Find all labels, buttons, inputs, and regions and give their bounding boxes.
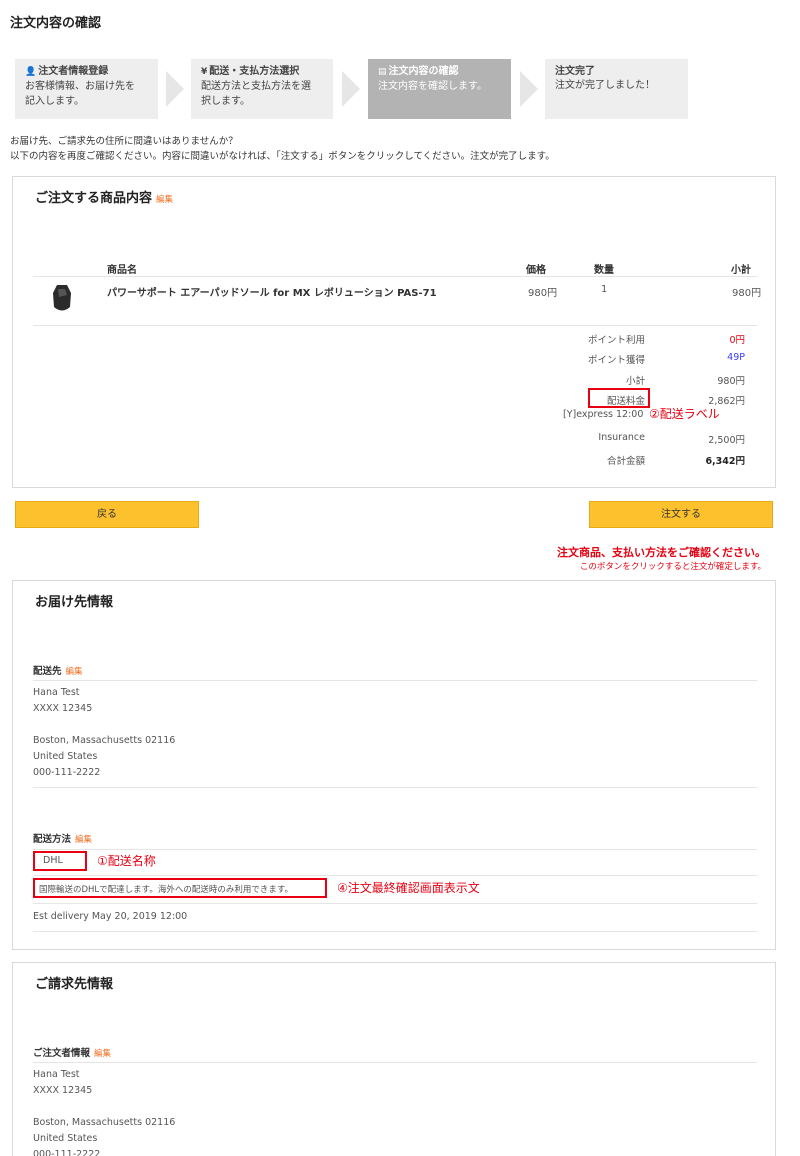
annotation-shipping-label: ②配送ラベル: [649, 407, 720, 421]
summary-insurance: Insurance 2,500円: [598, 432, 745, 446]
order-items-panel: ご注文する商品内容 編集 商品名 価格 数量 小計 パワーサポート エアーパッドソ…: [12, 176, 776, 488]
shipping-method-description: 国際輸送のDHLで配達します。海外への配送時のみ利用できます。: [39, 885, 293, 895]
divider: [33, 931, 757, 932]
edit-link[interactable]: 編集: [156, 195, 173, 205]
divider: [33, 1062, 757, 1063]
step-arrow-icon: [520, 71, 538, 107]
estimated-delivery: Est delivery May 20, 2019 12:00: [33, 911, 188, 922]
user-icon: 👤: [25, 67, 37, 77]
step-title: 注文内容の確認: [388, 66, 459, 77]
billing-label: ご注文者情報 編集: [33, 1048, 112, 1059]
divider: [33, 787, 757, 788]
checkout-steps: 👤 注文者情報登録 お客様情報、お届け先を 記入します。 ¥ 配送・支払方法選択 配…: [15, 59, 785, 119]
summary-points-earned: ポイント獲得 49P: [587, 352, 745, 366]
divider: [33, 680, 757, 681]
step-desc: 注文内容を確認します。: [378, 81, 487, 92]
delivery-title: お届け先情報: [35, 595, 114, 610]
step-arrow-icon: [342, 71, 360, 107]
col-header-subtotal: 小計: [731, 265, 751, 276]
billing-info-panel: ご請求先情報 ご注文者情報 編集 Hana Test XXXX 12345 Bos…: [12, 962, 776, 1156]
document-icon: ▤: [378, 67, 387, 77]
edit-link[interactable]: 編集: [75, 835, 92, 845]
summary-points-used: ポイント利用 0円: [587, 335, 745, 346]
divider: [33, 325, 757, 326]
divider: [33, 903, 757, 904]
annotation-final-confirm-text: ④注文最終確認画面表示文: [337, 881, 480, 895]
product-name[interactable]: パワーサポート エアーパッドソール for MX レボリューション PAS-71: [107, 284, 437, 299]
step-title: 注文者情報登録: [38, 66, 109, 77]
delivery-address: Hana Test XXXX 12345 Boston, Massachuset…: [33, 687, 176, 778]
edit-link[interactable]: 編集: [94, 1049, 111, 1059]
step-desc: 配送方法と支払方法を選: [201, 81, 311, 92]
order-notice: 注文商品、支払い方法をご確認ください。 このボタンをクリックすると注文が確定しま…: [557, 546, 766, 572]
col-header-price: 価格: [526, 265, 546, 276]
back-button[interactable]: 戻る: [15, 501, 199, 528]
product-subtotal: 980円: [732, 288, 762, 299]
summary-subtotal: 小計 980円: [625, 376, 745, 387]
step-complete: 注文完了 注文が完了しました！: [545, 59, 688, 119]
step-confirm: ▤ 注文内容の確認 注文内容を確認します。: [368, 59, 511, 119]
delivery-info-panel: お届け先情報 配送先 編集 Hana Test XXXX 12345 Boston…: [12, 580, 776, 950]
divider: [33, 849, 757, 850]
step-title: 注文完了: [555, 66, 595, 77]
step-shipping-payment: ¥ 配送・支払方法選択 配送方法と支払方法を選 択します。: [191, 59, 333, 119]
product-qty: 1: [601, 284, 608, 295]
annotation-box: [588, 388, 650, 408]
step-desc: 択します。: [201, 96, 250, 107]
annotation-shipping-name: ①配送名称: [97, 854, 156, 868]
divider: [33, 276, 757, 277]
yen-icon: ¥: [201, 67, 208, 77]
shipping-method-label: 配送方法 編集: [33, 834, 93, 845]
step-customer-info: 👤 注文者情報登録 お客様情報、お届け先を 記入します。: [15, 59, 158, 119]
step-arrow-icon: [166, 71, 184, 107]
step-title: 配送・支払方法選択: [209, 66, 300, 77]
summary-total: 合計金額 6,342円: [606, 456, 745, 467]
page-title: 注文内容の確認: [10, 16, 102, 31]
intro-text: お届け先、ご請求先の住所に間違いはありませんか？ 以下の内容を再度ご確認ください…: [10, 136, 555, 162]
col-header-name: 商品名: [107, 265, 137, 276]
shipping-method-name: DHL: [43, 855, 63, 866]
step-desc: 注文が完了しました！: [555, 80, 655, 91]
edit-link[interactable]: 編集: [66, 667, 83, 677]
step-desc: お客様情報、お届け先を: [25, 81, 135, 92]
billing-title: ご請求先情報: [35, 977, 114, 992]
place-order-button[interactable]: 注文する: [589, 501, 773, 528]
divider: [33, 875, 757, 876]
product-image[interactable]: [51, 283, 73, 315]
col-header-qty: 数量: [594, 265, 614, 276]
delivery-address-label: 配送先 編集: [33, 666, 83, 677]
billing-address: Hana Test XXXX 12345 Boston, Massachuset…: [33, 1069, 176, 1156]
step-desc: 記入します。: [25, 96, 84, 107]
shipping-method-text: [Y]express 12:00: [563, 409, 644, 420]
order-items-title: ご注文する商品内容 編集: [35, 191, 174, 206]
product-price: 980円: [528, 288, 558, 299]
